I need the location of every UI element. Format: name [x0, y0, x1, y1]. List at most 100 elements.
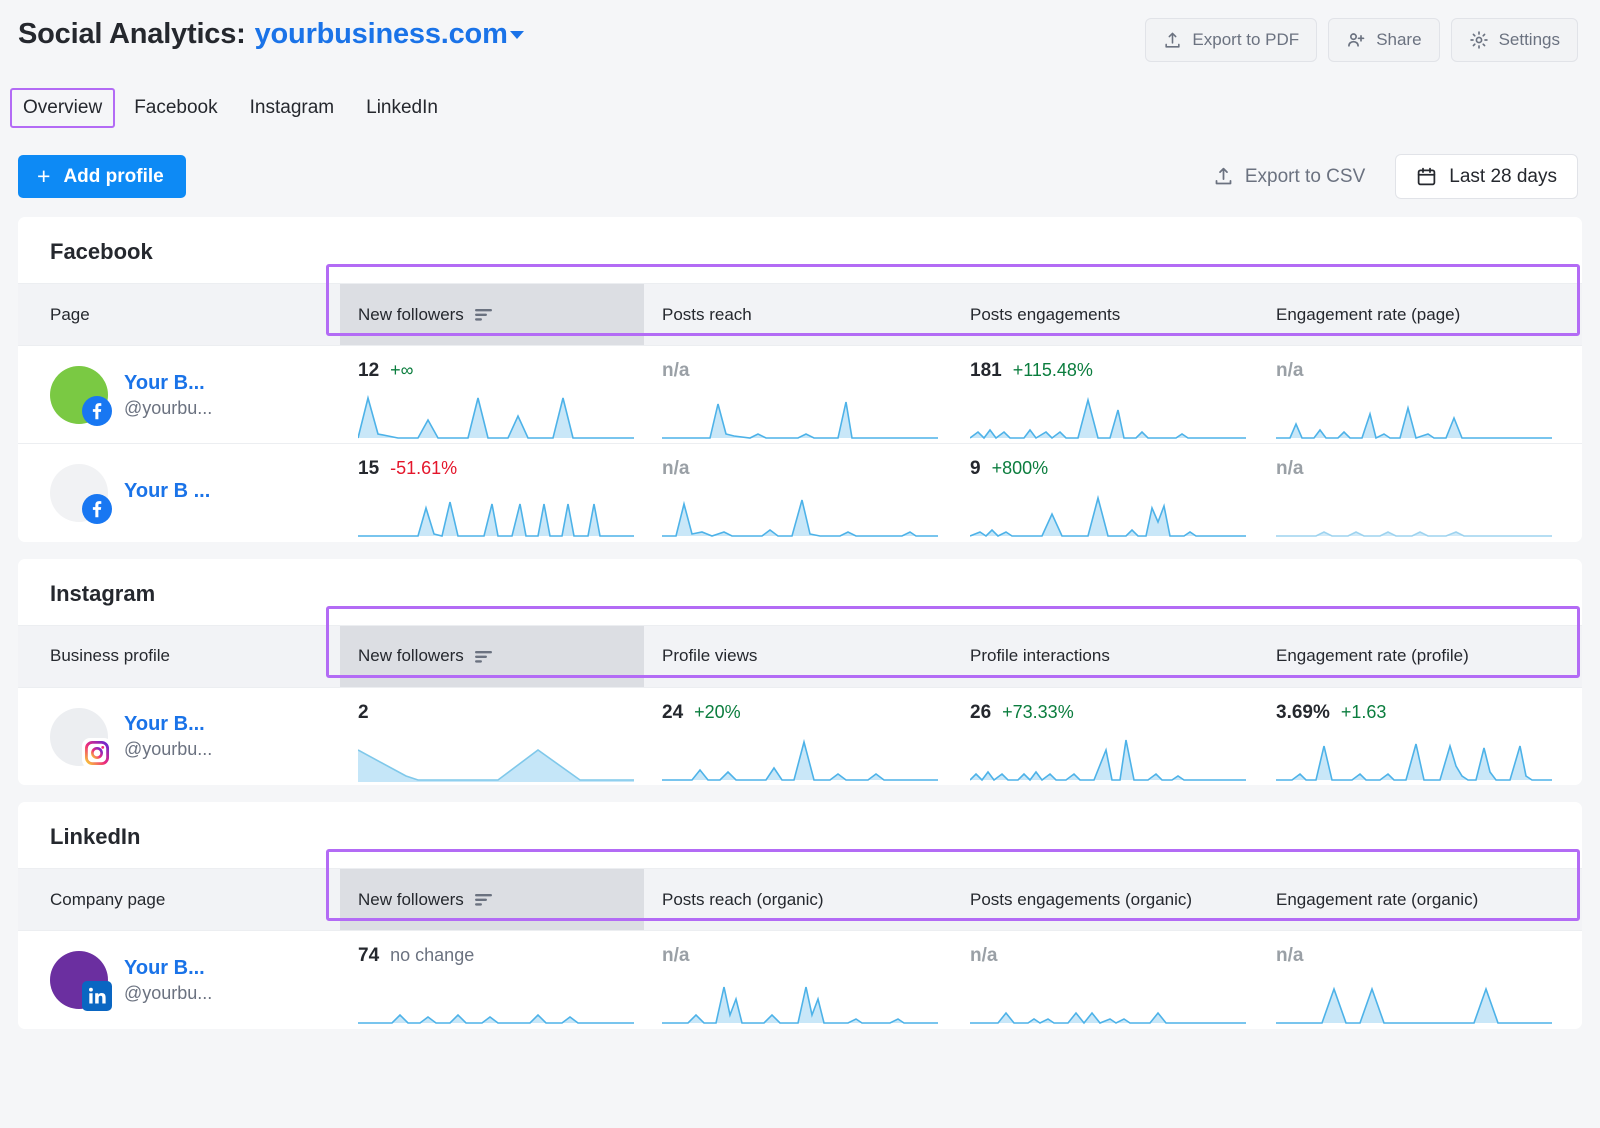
metric-value: 15	[358, 458, 379, 480]
action-row: + Add profile Export to CSV Last 28 days	[0, 128, 1600, 199]
sparkline-chart	[662, 736, 938, 782]
sparkline-chart	[1276, 979, 1552, 1025]
metric-value: n/a	[1276, 458, 1303, 480]
metric-delta: -51.61%	[390, 458, 457, 479]
metric-delta: +1.63	[1341, 702, 1387, 723]
gear-icon	[1469, 30, 1489, 50]
domain-selector[interactable]: yourbusiness.com	[255, 18, 524, 51]
profile-name[interactable]: Your B...	[124, 713, 212, 736]
metric-value: n/a	[662, 360, 689, 382]
col-business-profile[interactable]: Business profile	[18, 625, 340, 687]
instagram-card-title: Instagram	[18, 559, 1582, 625]
table-row[interactable]: Your B... @yourbu... 2	[18, 687, 1582, 785]
profile-name[interactable]: Your B ...	[124, 480, 210, 503]
metric-cell-new-followers: 12 +∞	[340, 346, 644, 444]
tab-linkedin-label: LinkedIn	[366, 97, 438, 118]
metric-delta: +20%	[694, 702, 741, 723]
col-new-followers-label: New followers	[358, 890, 464, 910]
calendar-icon	[1416, 166, 1437, 187]
avatar	[50, 366, 108, 424]
metric-cell-profile-views: 24 +20%	[644, 687, 952, 785]
instagram-table: Business profile New followers Profile v…	[18, 625, 1582, 786]
col-new-followers[interactable]: New followers	[340, 625, 644, 687]
table-row[interactable]: Your B ... 15 -51.61%	[18, 444, 1582, 542]
profile-handle: @yourbu...	[124, 739, 212, 760]
export-to-csv-button[interactable]: Export to CSV	[1213, 166, 1365, 188]
metric-value: 181	[970, 360, 1002, 382]
sparkline-chart	[358, 394, 634, 440]
metric-delta: +800%	[992, 458, 1049, 479]
metric-cell-profile-interactions: 26 +73.33%	[952, 687, 1258, 785]
instagram-icon	[82, 738, 112, 768]
profile-handle: @yourbu...	[124, 983, 212, 1004]
metric-value: n/a	[970, 945, 997, 967]
col-engagement-rate-organic[interactable]: Engagement rate (organic)	[1258, 869, 1582, 931]
col-new-followers[interactable]: New followers	[340, 869, 644, 931]
col-posts-engagements[interactable]: Posts engagements	[952, 284, 1258, 346]
facebook-card: Facebook Page New followers	[18, 217, 1582, 542]
sparkline-chart	[970, 736, 1246, 782]
avatar	[50, 951, 108, 1009]
upload-icon	[1163, 31, 1182, 50]
metric-value: 74	[358, 945, 379, 967]
date-range-picker[interactable]: Last 28 days	[1395, 154, 1578, 199]
page-title-prefix: Social Analytics:	[18, 18, 246, 51]
col-posts-reach-organic[interactable]: Posts reach (organic)	[644, 869, 952, 931]
metric-cell-new-followers: 74 no change	[340, 931, 644, 1029]
social-analytics-page: Social Analytics: yourbusiness.com Expor…	[0, 0, 1600, 1128]
col-profile-interactions[interactable]: Profile interactions	[952, 625, 1258, 687]
linkedin-table: Company page New followers Posts reach (…	[18, 868, 1582, 1029]
avatar	[50, 464, 108, 522]
linkedin-icon	[82, 981, 112, 1011]
metric-cell-new-followers: 15 -51.61%	[340, 444, 644, 542]
col-posts-engagements-organic[interactable]: Posts engagements (organic)	[952, 869, 1258, 931]
sparkline-chart	[1276, 394, 1552, 440]
person-add-icon	[1346, 30, 1366, 50]
tab-overview-label: Overview	[23, 97, 102, 118]
export-to-pdf-button[interactable]: Export to PDF	[1145, 18, 1317, 62]
sparkline-chart	[970, 394, 1246, 440]
facebook-icon	[82, 396, 112, 426]
metric-cell-engagement-rate: n/a	[1258, 931, 1582, 1029]
tab-overview[interactable]: Overview	[10, 88, 115, 128]
tab-linkedin[interactable]: LinkedIn	[353, 88, 451, 128]
plus-icon: +	[37, 165, 50, 188]
facebook-table: Page New followers Posts reach Posts	[18, 283, 1582, 542]
profile-cell: Your B... @yourbu...	[18, 931, 340, 1029]
metric-cell-posts-reach: n/a	[644, 931, 952, 1029]
tab-instagram[interactable]: Instagram	[237, 88, 347, 128]
add-profile-button[interactable]: + Add profile	[18, 155, 186, 198]
export-to-csv-label: Export to CSV	[1245, 166, 1365, 188]
avatar	[50, 708, 108, 766]
share-button[interactable]: Share	[1328, 18, 1439, 62]
col-profile-views[interactable]: Profile views	[644, 625, 952, 687]
linkedin-card: LinkedIn Company page New followers	[18, 802, 1582, 1029]
metric-cell-posts-engagements: n/a	[952, 931, 1258, 1029]
col-new-followers[interactable]: New followers	[340, 284, 644, 346]
settings-button[interactable]: Settings	[1451, 18, 1578, 62]
add-profile-label: Add profile	[63, 166, 163, 188]
profile-name[interactable]: Your B...	[124, 957, 212, 980]
col-posts-reach[interactable]: Posts reach	[644, 284, 952, 346]
sparkline-chart	[970, 979, 1246, 1025]
metric-cell-engagement-rate: n/a	[1258, 444, 1582, 542]
metric-cell-posts-reach: n/a	[644, 444, 952, 542]
profile-handle: @yourbu...	[124, 398, 212, 419]
table-row[interactable]: Your B... @yourbu... 74 no change	[18, 931, 1582, 1029]
profile-cell: Your B ...	[18, 444, 340, 542]
page-title: Social Analytics: yourbusiness.com	[18, 18, 524, 51]
sparkline-chart	[662, 979, 938, 1025]
sparkline-chart	[358, 979, 634, 1025]
tab-facebook[interactable]: Facebook	[121, 88, 230, 128]
profile-name[interactable]: Your B...	[124, 372, 212, 395]
col-company-page[interactable]: Company page	[18, 869, 340, 931]
linkedin-card-title: LinkedIn	[18, 802, 1582, 868]
col-engagement-rate[interactable]: Engagement rate (profile)	[1258, 625, 1582, 687]
col-page[interactable]: Page	[18, 284, 340, 346]
sparkline-chart	[1276, 736, 1552, 782]
facebook-card-title: Facebook	[18, 217, 1582, 283]
tab-instagram-label: Instagram	[250, 97, 334, 118]
col-engagement-rate[interactable]: Engagement rate (page)	[1258, 284, 1582, 346]
page-header: Social Analytics: yourbusiness.com Expor…	[0, 0, 1600, 62]
table-row[interactable]: Your B... @yourbu... 12 +∞	[18, 346, 1582, 444]
